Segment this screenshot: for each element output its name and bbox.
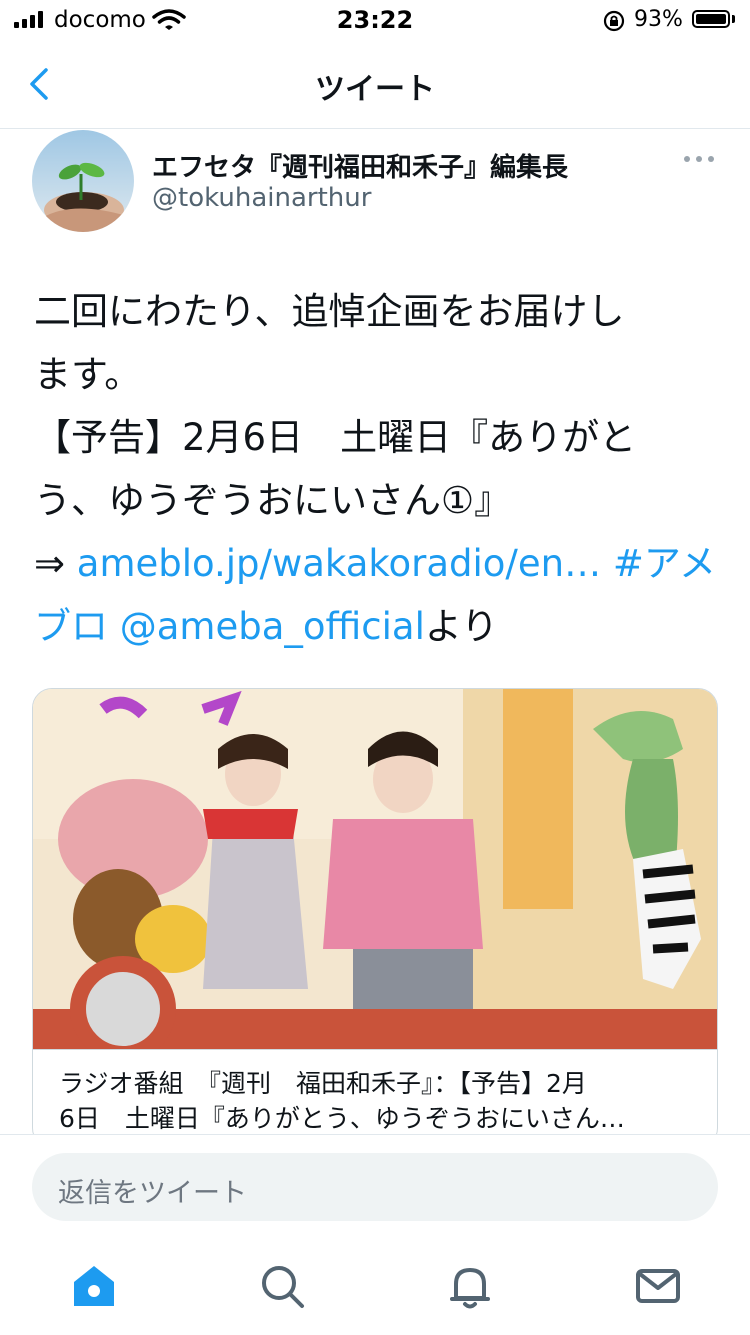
author-name[interactable]: エフセタ『週刊福田和禾子』編集長 — [152, 147, 568, 184]
reply-input[interactable]: 返信をツイート — [32, 1153, 718, 1221]
author-handle[interactable]: @tokuhainarthur — [152, 183, 371, 213]
avatar[interactable] — [32, 130, 134, 232]
notifications-icon[interactable] — [446, 1262, 494, 1310]
tweet-line: 【予告】2月6日 土曜日『ありがと — [34, 416, 637, 459]
reply-placeholder: 返信をツイート — [58, 1178, 247, 1209]
tweet-line: 二回にわたり、追悼企画をお届けし — [34, 290, 625, 333]
mention-link[interactable]: @ameba_official — [108, 605, 425, 648]
page-title: ツイート — [315, 72, 435, 107]
messages-icon[interactable] — [634, 1262, 682, 1310]
tweet-line: う、ゆうぞうおにいさん①』 — [34, 479, 512, 522]
battery-percent: 93% — [634, 7, 683, 32]
tweet-url-link[interactable]: ameblo.jp/wakakoradio/en… — [77, 542, 601, 585]
battery-icon — [692, 10, 730, 28]
tweet-line: ます。 — [34, 353, 142, 396]
home-icon[interactable] — [70, 1262, 118, 1310]
card-title-line: 6日 土曜日『ありがとう、ゆうぞうおにいさん… — [59, 1104, 625, 1133]
card-title-line: ラジオ番組 『週刊 福田和禾子』：【予告】2月 — [59, 1069, 587, 1098]
card-title: ラジオ番組 『週刊 福田和禾子』：【予告】2月 6日 土曜日『ありがとう、ゆうぞ… — [59, 1066, 699, 1136]
search-icon[interactable] — [258, 1262, 306, 1310]
rotation-lock-icon — [603, 10, 625, 32]
arrow-text: ⇒ — [34, 542, 77, 585]
hashtag-link[interactable]: #アメ — [601, 542, 716, 585]
more-options-icon[interactable] — [684, 156, 714, 162]
tweet-suffix: より — [424, 605, 499, 648]
nav-bar: ツイート — [0, 40, 750, 129]
hashtag-link-cont[interactable]: ブロ — [34, 605, 108, 648]
tweet-text: 二回にわたり、追悼企画をお届けし ます。 【予告】2月6日 土曜日『ありがと う… — [34, 280, 724, 658]
status-bar: docomo 23:22 93% — [0, 0, 750, 40]
card-image — [33, 689, 717, 1049]
link-card[interactable]: ラジオ番組 『週刊 福田和禾子』：【予告】2月 6日 土曜日『ありがとう、ゆうぞ… — [32, 688, 718, 1148]
